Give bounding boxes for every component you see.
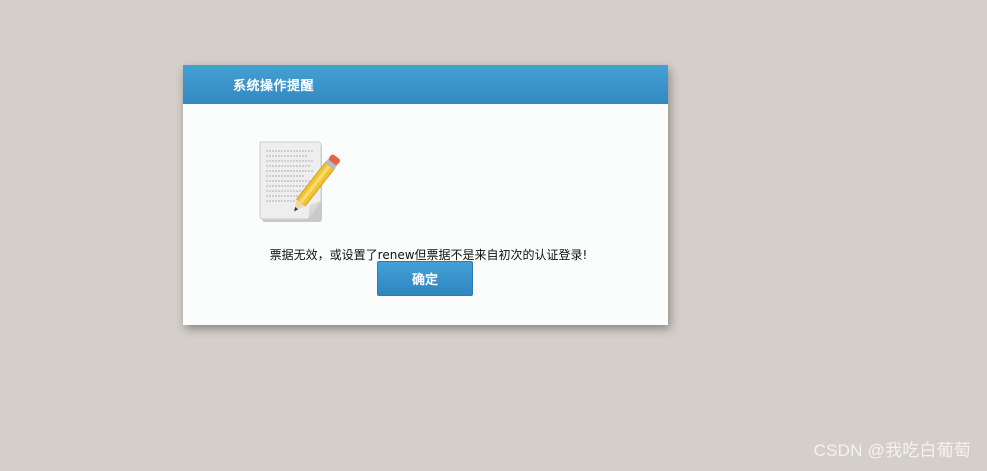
dialog-message-text: 票据无效，或设置了renew但票据不是来自初次的认证登录! xyxy=(269,248,588,262)
confirm-button-label: 确定 xyxy=(411,273,438,288)
watermark: CSDN @我吃白葡萄 xyxy=(813,441,971,460)
document-pencil-icon xyxy=(259,141,340,222)
dialog-title: 系统操作提醒 xyxy=(233,79,315,94)
alert-dialog: 系统操作提醒 票据无效，或设置了renew但票据不是来自初次的认证登录! 确定 xyxy=(183,65,668,325)
dialog-header: 系统操作提醒 xyxy=(183,65,668,104)
confirm-button[interactable]: 确定 xyxy=(377,261,473,296)
page: 系统操作提醒 票据无效，或设置了renew但票据不是来自初次的认证登录! 确定 … xyxy=(0,0,987,471)
